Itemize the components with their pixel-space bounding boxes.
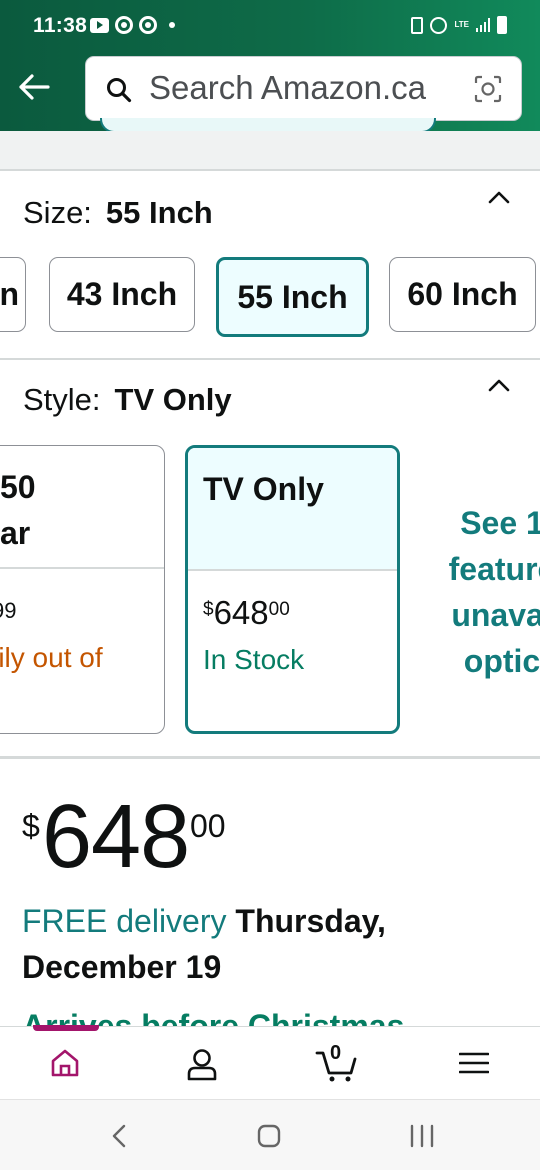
currency-symbol: $ (203, 599, 214, 620)
camera-search-icon[interactable] (473, 74, 503, 104)
style-option-price: 99 (0, 598, 17, 623)
link-line: optic (463, 643, 540, 679)
availability-text: In Stock (203, 644, 305, 675)
currency-symbol: $ (22, 808, 40, 844)
system-back-icon[interactable] (110, 1124, 128, 1148)
menu-icon[interactable] (459, 1051, 489, 1075)
notification-icons (90, 16, 175, 34)
style-option-name: 50 ar (0, 464, 36, 556)
status-bar: 11:38 LTE (0, 0, 540, 52)
youtube-notification-icon (90, 17, 109, 33)
delivery-day: Thursday, (235, 903, 386, 939)
collapse-size-chevron-icon[interactable] (488, 190, 510, 204)
delivery-info: FREE delivery Thursday, December 19 (22, 898, 522, 990)
app-header: 11:38 LTE (0, 0, 540, 131)
name-line: 50 (0, 469, 36, 505)
size-selected-value: 55 Inch (105, 195, 213, 230)
cart-count-badge: 0 (330, 1042, 342, 1064)
size-option-partial[interactable]: n (0, 257, 26, 332)
size-option-label: 43 Inch (66, 276, 178, 312)
divider (0, 756, 540, 759)
size-option-60-inch[interactable]: 60 Inch (389, 257, 536, 332)
system-navigation-bar (0, 1099, 540, 1170)
divider (0, 169, 540, 171)
link-line: unavai (451, 597, 540, 633)
status-time: 11:38 (33, 14, 88, 37)
size-option-43-inch[interactable]: 43 Inch (49, 257, 195, 332)
card-header: TV Only (188, 448, 397, 569)
card-divider (188, 569, 397, 571)
price-fraction: 00 (190, 808, 226, 844)
account-icon[interactable] (186, 1047, 218, 1081)
home-icon[interactable] (49, 1047, 81, 1079)
size-option-label: 55 Inch (237, 278, 348, 315)
name-line: ar (0, 515, 31, 551)
card-divider (0, 567, 164, 569)
free-delivery-link[interactable]: FREE delivery (22, 903, 227, 939)
back-arrow-icon[interactable] (18, 72, 50, 102)
size-label: Size: (23, 195, 92, 230)
size-option-55-inch[interactable]: 55 Inch (216, 257, 369, 337)
style-option-name: TV Only (203, 471, 324, 507)
style-heading: Style: TV Only (23, 382, 232, 418)
chrome-notification-icon (115, 16, 133, 34)
price-fraction: 00 (268, 599, 290, 620)
system-home-icon[interactable] (257, 1124, 281, 1148)
size-heading: Size: 55 Inch (23, 195, 213, 231)
delivery-date: December 19 (22, 949, 222, 985)
battery-icon (497, 16, 507, 34)
card-header: 50 ar (0, 446, 164, 567)
size-option-label: 60 Inch (407, 276, 518, 312)
search-icon (107, 78, 132, 103)
system-icons: LTE (411, 16, 507, 34)
divider (0, 358, 540, 360)
style-option-soundbar-card[interactable]: 50 ar 99 rily out of (0, 445, 165, 734)
link-line: See 1 (460, 505, 540, 541)
bottom-navigation: 0 (0, 1025, 540, 1099)
style-selected-value: TV Only (114, 382, 232, 417)
search-bar[interactable] (85, 56, 522, 121)
availability-text: rily out of (0, 642, 103, 673)
more-notifications-icon (169, 22, 175, 28)
price-whole: 648 (42, 787, 190, 887)
network-type-icon: LTE (454, 20, 469, 29)
active-tab-indicator (33, 1025, 99, 1031)
style-label: Style: (23, 382, 101, 417)
collapse-style-chevron-icon[interactable] (488, 378, 510, 392)
section-divider (0, 131, 540, 169)
arrives-before-christmas: Arrives before Christmas (22, 1008, 405, 1026)
price-whole: 648 (213, 594, 269, 631)
see-unavailable-options-link[interactable]: See 1 feature unavai optic (422, 500, 540, 684)
size-option-label: n (0, 276, 19, 312)
battery-saver-icon (411, 16, 424, 34)
alarm-icon (430, 16, 448, 34)
system-recents-icon[interactable] (409, 1124, 435, 1148)
signal-icon (476, 18, 490, 32)
search-input[interactable] (149, 69, 469, 107)
style-option-price: $64800 (203, 594, 290, 632)
style-option-tv-only-card[interactable]: TV Only $64800 In Stock (185, 445, 400, 734)
link-line: feature (448, 551, 540, 587)
chrome-notification-icon-2 (139, 16, 157, 34)
